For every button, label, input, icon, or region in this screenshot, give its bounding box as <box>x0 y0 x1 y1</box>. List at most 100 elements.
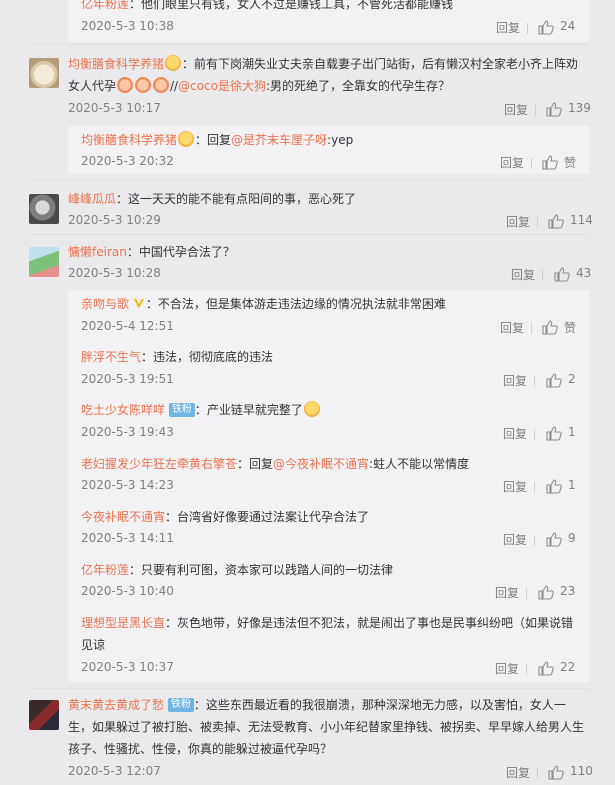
like-count: 赞 <box>564 321 577 335</box>
reply-button[interactable]: 回复 <box>506 764 530 781</box>
avatar[interactable] <box>29 58 59 88</box>
reply-button[interactable]: 回复 <box>495 584 519 601</box>
like-count: 赞 <box>564 156 577 170</box>
reply-button[interactable]: 回复 <box>500 319 524 336</box>
divider <box>526 588 527 599</box>
comment-text: ：这些东西最近看的我很崩溃，那种深深地无力感，以及害怕，女人一 <box>193 698 566 712</box>
pig-emoji-icon <box>153 77 170 93</box>
avatar[interactable] <box>29 700 59 730</box>
mention-link[interactable]: @今夜补眠不通宵 <box>273 457 369 471</box>
avatar[interactable] <box>29 247 59 277</box>
timestamp: 2020-5-4 12:51 <box>81 319 174 333</box>
comment-meta: 2020-5-3 14:23 回复 1 <box>81 478 577 496</box>
username-link[interactable]: 今夜补眠不通宵 <box>81 510 165 524</box>
like-count: 24 <box>560 19 576 33</box>
comment-meta: 2020-5-3 10:40 回复 23 <box>81 584 577 602</box>
comment-meta: 2020-5-3 12:07 回复 110 <box>68 764 593 782</box>
username-link[interactable]: 老妇握发少年狂左牵黄右擎苍 <box>81 457 237 471</box>
mention-link[interactable]: @coco是徐大狗 <box>178 79 266 93</box>
thumbs-up-icon <box>542 155 558 170</box>
divider <box>534 535 535 546</box>
reply-text-line: 今夜补眠不通宵：台湾省好像要通过法案让代孕合法了 <box>81 507 577 527</box>
username-link[interactable]: 慵懒feiran <box>68 245 127 259</box>
thumbs-up-icon <box>538 585 554 600</box>
username-link[interactable]: 均衡膳食科学养猪 <box>81 133 177 147</box>
reply-button[interactable]: 回复 <box>503 425 527 442</box>
divider <box>526 664 527 675</box>
reply-button[interactable]: 回复 <box>503 478 527 495</box>
divider <box>534 376 535 387</box>
comment-text: ：他们眼里只有钱，女人不过是赚钱工具，不管死活都能赚钱 <box>129 0 454 11</box>
comment-item: 亿年粉莲：他们眼里只有钱，女人不过是赚钱工具，不管死活都能赚钱 2020-5-3… <box>0 0 615 44</box>
divider <box>29 234 589 235</box>
comment-text-line: 慵懒feiran：中国代孕合法了？ <box>68 242 589 262</box>
comment-text-line: 峰峰瓜瓜：这一天天的能不能有点阳间的事，恶心死了 <box>68 189 589 209</box>
reply-text-line: 见谅 <box>81 635 577 655</box>
timestamp: 2020-5-3 10:37 <box>81 660 174 674</box>
username-link[interactable]: 亿年粉莲 <box>81 563 129 577</box>
username-link[interactable]: 吃土少女陈咩咩 <box>81 403 165 417</box>
like-count: 114 <box>570 213 593 227</box>
reply-button[interactable]: 回复 <box>503 372 527 389</box>
reply-button[interactable]: 回复 <box>504 101 528 118</box>
comment-meta: 2020-5-3 10:38 回复 24 <box>81 19 577 37</box>
like-count: 1 <box>568 425 576 439</box>
username-link[interactable]: 亲吻与歌 <box>81 297 129 311</box>
like-count: 23 <box>560 584 576 598</box>
divider <box>531 323 532 334</box>
reply-button[interactable]: 回复 <box>511 266 535 283</box>
reply-box: 均衡膳食科学养猪 ：回复@是芥末车厘子呀:yep 2020-5-3 20:32 回… <box>68 126 589 174</box>
comment-meta: 2020-5-3 14:11 回复 9 <box>81 531 577 549</box>
reply-button[interactable]: 回复 <box>495 660 519 677</box>
timestamp: 2020-5-3 10:29 <box>68 213 161 227</box>
divider <box>29 180 589 181</box>
reply-button[interactable]: 回复 <box>503 531 527 548</box>
comment-text-line: 黄末黄去黄成了愁 铁粉 ：这些东西最近看的我很崩溃，那种深深地无力感，以及害怕，女… <box>68 695 589 715</box>
pig-emoji-icon <box>117 77 134 93</box>
thumbs-up-icon <box>548 214 564 229</box>
username-link[interactable]: 均衡膳食科学养猪 <box>68 57 164 71</box>
timestamp: 2020-5-3 19:51 <box>81 372 174 386</box>
thumbs-up-icon <box>542 320 558 335</box>
comment-meta: 2020-5-3 10:28 回复 43 <box>68 266 592 284</box>
reply-button[interactable]: 回复 <box>506 213 530 230</box>
timestamp: 2020-5-3 12:07 <box>68 764 161 778</box>
thumbs-up-icon <box>546 479 562 494</box>
username-link[interactable]: 理想型是黑长直 <box>81 616 165 630</box>
comment-text: // <box>170 79 179 93</box>
comment-text: ：违法，彻彻底底的违法 <box>141 350 274 364</box>
timestamp: 2020-5-3 10:17 <box>68 101 161 115</box>
reply-button[interactable]: 回复 <box>500 154 524 171</box>
comment-text: :yep <box>327 133 354 147</box>
emoji-icon <box>165 55 182 71</box>
comment-text: ：中国代孕合法了？ <box>126 245 235 259</box>
comment-text-line: 生，如果躲过了被打胎、被卖掉、无法受教育、小小年纪替家里挣钱、被拐卖、早早嫁人给… <box>68 717 589 737</box>
thumbs-up-icon <box>548 765 564 780</box>
divider <box>534 429 535 440</box>
like-count: 43 <box>576 266 592 280</box>
comment-item: 峰峰瓜瓜：这一天天的能不能有点阳间的事，恶心死了 2020-5-3 10:29 … <box>0 188 615 234</box>
comment-meta: 2020-5-3 19:51 回复 2 <box>81 372 577 390</box>
username-link[interactable]: 黄末黄去黄成了愁 <box>68 698 164 712</box>
thumbs-up-icon <box>546 532 562 547</box>
divider <box>534 482 535 493</box>
reply-button[interactable]: 回复 <box>496 19 520 36</box>
timestamp: 2020-5-3 10:28 <box>68 266 161 280</box>
comment-text: ：灰色地带，好像是违法但不犯法，就是闹出了事也是民事纠纷吧（如果说错 <box>165 616 574 630</box>
thumbs-up-icon <box>546 102 562 117</box>
timestamp: 2020-5-3 14:23 <box>81 478 174 492</box>
username-link[interactable]: 胖浮不生气 <box>81 350 141 364</box>
reply-text-line: 亿年粉莲：只要有利可图，资本家可以践踏人间的一切法律 <box>81 560 577 580</box>
avatar[interactable] <box>29 194 59 224</box>
reply-text-line: 均衡膳食科学养猪 ：回复@是芥末车厘子呀:yep <box>81 130 577 150</box>
fan-badge: 铁粉 <box>168 403 195 417</box>
comment-meta: 2020-5-3 10:29 回复 114 <box>68 213 593 231</box>
mention-link[interactable]: @是芥末车厘子呀 <box>231 133 327 147</box>
thumbs-up-icon <box>538 20 554 35</box>
username-link[interactable]: 亿年粉莲 <box>81 0 129 11</box>
comment-text: 生，如果躲过了被打胎、被卖掉、无法受教育、小小年纪替家里挣钱、被拐卖、早早嫁人给… <box>68 720 585 734</box>
reply-text-line: 老妇握发少年狂左牵黄右擎苍：回复@今夜补眠不通宵:蛀人不能以常情度 <box>81 454 577 474</box>
username-link[interactable]: 峰峰瓜瓜 <box>68 192 116 206</box>
like-count: 1 <box>568 478 576 492</box>
like-count: 139 <box>568 101 591 115</box>
